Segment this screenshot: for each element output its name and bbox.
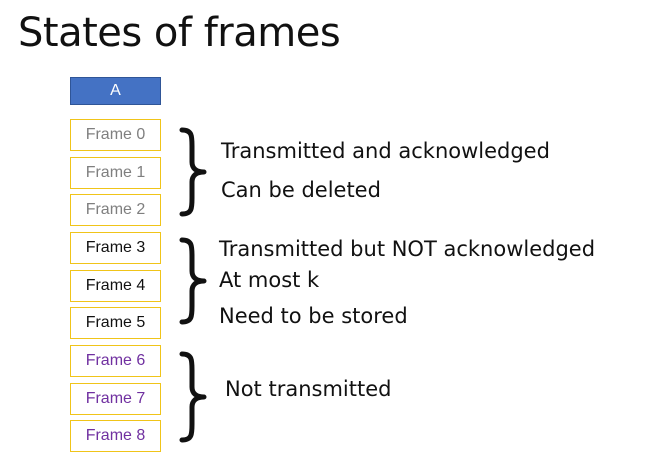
frame-3: Frame 3	[70, 232, 161, 264]
frame-7: Frame 7	[70, 383, 161, 415]
frame-6: Frame 6	[70, 345, 161, 377]
label-can-be-deleted: Can be deleted	[221, 178, 381, 202]
brace-not-transmitted	[176, 350, 210, 444]
label-at-most-k: At most k	[219, 268, 320, 292]
label-need-to-be-stored: Need to be stored	[219, 304, 408, 328]
label-transmitted-not-acknowledged: Transmitted but NOT acknowledged	[219, 237, 596, 261]
label-not-transmitted: Not transmitted	[225, 377, 392, 401]
brace-acknowledged	[176, 126, 210, 218]
frame-1: Frame 1	[70, 157, 161, 189]
frame-4: Frame 4	[70, 270, 161, 302]
frame-8: Frame 8	[70, 420, 161, 452]
frame-5: Frame 5	[70, 307, 161, 339]
sender-header: A	[70, 77, 161, 105]
label-transmitted-acknowledged: Transmitted and acknowledged	[221, 139, 550, 163]
brace-unacknowledged	[176, 236, 210, 326]
frame-2: Frame 2	[70, 194, 161, 226]
frame-0: Frame 0	[70, 119, 161, 151]
page-title: States of frames	[18, 10, 341, 56]
